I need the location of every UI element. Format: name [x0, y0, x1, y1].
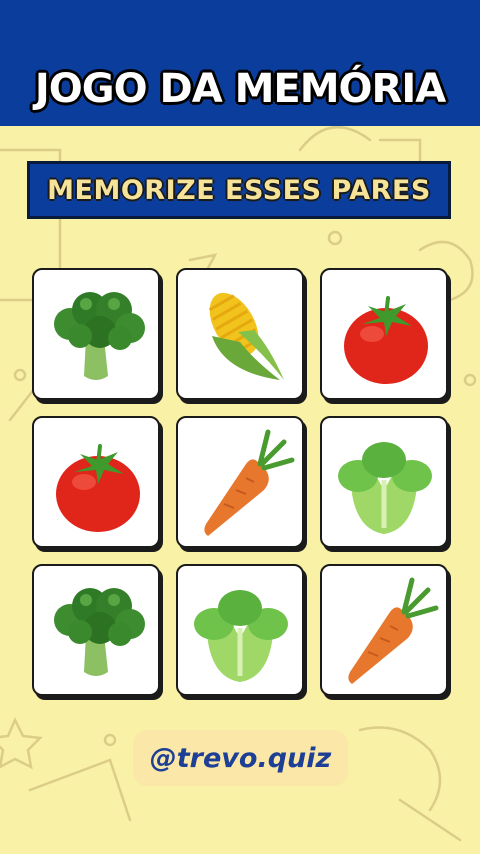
instruction-text: MEMORIZE ESSES PARES [47, 174, 431, 206]
tomato-icon [56, 444, 140, 532]
memory-card-broccoli[interactable] [32, 268, 160, 400]
memory-card-broccoli[interactable] [32, 564, 160, 696]
memory-card-tomato[interactable] [32, 416, 160, 548]
game-title: JOGO DA MEMÓRIA [34, 66, 446, 112]
lettuce-icon [194, 590, 288, 682]
memory-card-carrot[interactable] [176, 416, 304, 548]
lettuce-icon [338, 442, 432, 534]
memory-card-lettuce[interactable] [320, 416, 448, 548]
broccoli-icon [54, 292, 145, 380]
instruction-banner: MEMORIZE ESSES PARES [27, 161, 451, 219]
memory-card-carrot[interactable] [320, 564, 448, 696]
memory-card-corn[interactable] [176, 268, 304, 400]
carrot-icon [348, 577, 439, 684]
corn-icon [208, 292, 284, 380]
memory-card-tomato[interactable] [320, 268, 448, 400]
tomato-icon [344, 296, 428, 384]
creator-handle: @trevo.quiz [149, 742, 332, 774]
creator-handle-badge: @trevo.quiz [133, 730, 348, 786]
memory-card-lettuce[interactable] [176, 564, 304, 696]
carrot-icon [204, 429, 295, 536]
broccoli-icon [54, 588, 145, 676]
